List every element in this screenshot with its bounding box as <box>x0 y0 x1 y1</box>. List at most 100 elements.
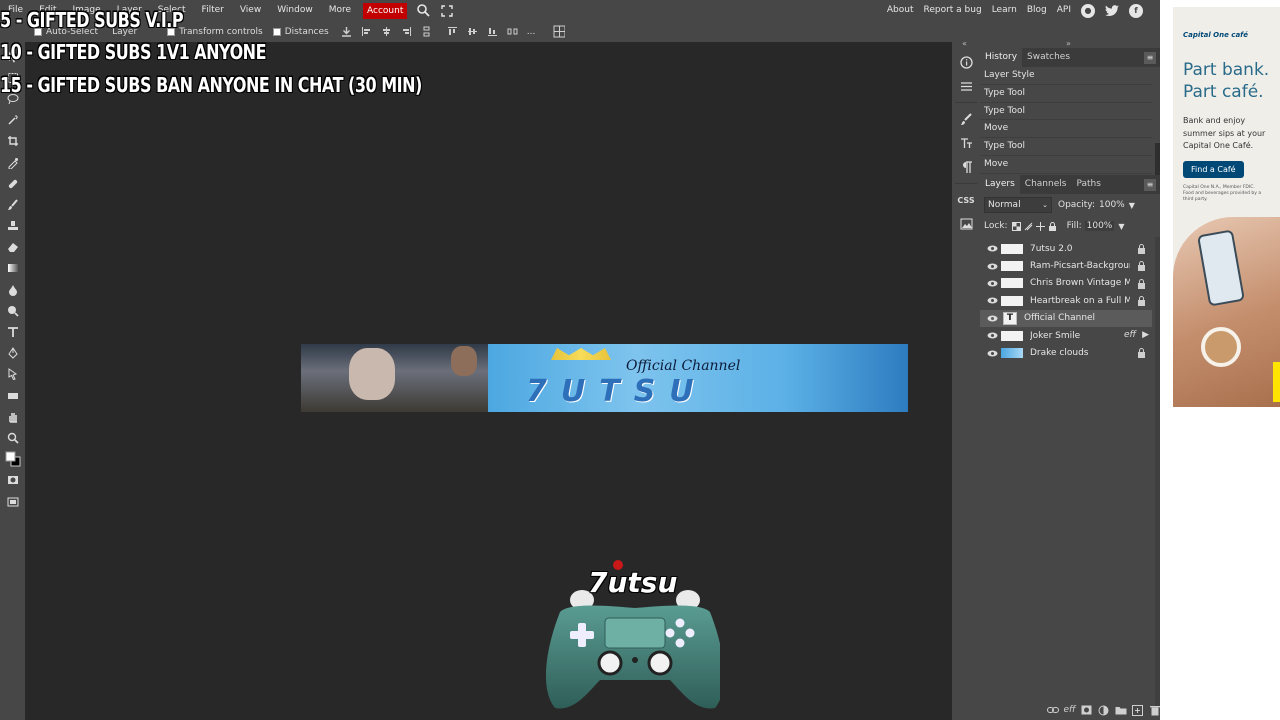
new-group-icon[interactable] <box>1114 704 1128 716</box>
about-link[interactable]: About <box>882 0 919 21</box>
blend-mode-select[interactable]: Normal ⌄ <box>984 197 1052 213</box>
brush-settings-icon[interactable] <box>957 110 975 128</box>
menu-view[interactable]: View <box>232 0 269 21</box>
history-menu-icon[interactable]: ≡ <box>1144 51 1156 64</box>
lock-position-icon[interactable] <box>1036 221 1046 231</box>
paragraph-icon[interactable] <box>957 158 975 176</box>
eye-icon[interactable] <box>985 260 999 272</box>
eraser-tool-icon[interactable] <box>4 238 22 256</box>
adjustments-icon[interactable] <box>957 77 975 95</box>
new-layer-icon[interactable] <box>1131 704 1145 716</box>
tab-paths[interactable]: Paths <box>1071 175 1105 194</box>
menu-more[interactable]: More <box>321 0 359 21</box>
clone-stamp-icon[interactable] <box>4 217 22 235</box>
twitter-icon[interactable] <box>1105 4 1119 17</box>
layer-row[interactable]: Heartbreak on a Full Moo <box>980 292 1152 309</box>
opacity-input[interactable]: 100% <box>1099 200 1125 210</box>
layer-row[interactable]: Drake clouds <box>980 344 1152 361</box>
history-item[interactable]: Type Tool <box>980 103 1152 121</box>
align-middle-icon[interactable] <box>467 26 479 38</box>
menu-filter[interactable]: Filter <box>194 0 232 21</box>
css-icon[interactable]: CSS <box>957 191 975 209</box>
tab-swatches[interactable]: Swatches <box>1022 48 1075 67</box>
distances-checkbox[interactable]: Distances <box>272 27 329 37</box>
account-button[interactable]: Account <box>363 2 408 19</box>
report-bug-link[interactable]: Report a bug <box>918 0 986 21</box>
magic-wand-icon[interactable] <box>4 111 22 129</box>
eye-icon[interactable] <box>985 347 999 359</box>
facebook-icon[interactable]: f <box>1129 3 1143 18</box>
character-icon[interactable] <box>957 134 975 152</box>
eye-icon[interactable] <box>985 330 999 342</box>
banner-image[interactable]: 7UTSU Official Channel <box>301 344 908 412</box>
layer-row-selected[interactable]: T Official Channel <box>980 309 1152 327</box>
advertisement[interactable]: Capital One café Part bank. Part café. B… <box>1173 7 1280 407</box>
history-item[interactable]: Move <box>980 156 1152 174</box>
layer-row[interactable]: Joker Smile eff ▶ <box>980 327 1152 344</box>
reddit-icon[interactable]: ● <box>1081 3 1095 18</box>
pen-tool-icon[interactable] <box>4 344 22 362</box>
fill-input[interactable]: 100% <box>1084 221 1115 231</box>
ad-cta-button[interactable]: Find a Café <box>1183 161 1244 178</box>
type-tool-icon[interactable] <box>4 323 22 341</box>
eyedropper-icon[interactable] <box>4 154 22 172</box>
color-swatches-icon[interactable] <box>4 450 22 468</box>
align-top-icon[interactable] <box>447 26 459 38</box>
canvas-area[interactable]: 7UTSU Official Channel 7utsu <box>25 42 952 720</box>
gradient-tool-icon[interactable] <box>4 259 22 277</box>
link-layers-icon[interactable] <box>1046 704 1060 716</box>
learn-link[interactable]: Learn <box>987 0 1022 21</box>
layers-menu-icon[interactable]: ≡ <box>1144 178 1156 191</box>
expand-effects-icon[interactable]: ▶ <box>1142 330 1149 340</box>
expand-panels-icon[interactable]: » <box>1066 39 1071 48</box>
menu-window[interactable]: Window <box>269 0 321 21</box>
layer-row[interactable]: Ram-Picsart-Background <box>980 257 1152 274</box>
eye-icon[interactable] <box>985 277 999 289</box>
screen-mode-icon[interactable] <box>4 493 22 511</box>
grid-icon[interactable] <box>553 25 566 38</box>
healing-brush-icon[interactable] <box>4 175 22 193</box>
lock-transparency-icon[interactable] <box>1012 221 1022 231</box>
controller-logo[interactable]: 7utsu <box>520 520 725 710</box>
adjustment-layer-icon[interactable] <box>1097 704 1111 716</box>
opacity-dropdown-icon[interactable]: ▼ <box>1129 201 1135 210</box>
eye-icon[interactable] <box>985 312 999 324</box>
download-icon[interactable] <box>341 26 353 38</box>
more-options[interactable]: ... <box>527 27 536 37</box>
brush-tool-icon[interactable] <box>4 196 22 214</box>
layer-effects-label[interactable]: eff <box>1124 330 1136 340</box>
history-item[interactable]: Type Tool <box>980 85 1152 103</box>
distribute-icon[interactable] <box>421 26 433 38</box>
history-item[interactable]: Layer Style <box>980 67 1152 85</box>
align-left-icon[interactable] <box>361 26 373 38</box>
history-item[interactable]: Move <box>980 120 1152 139</box>
collapse-panels-icon[interactable]: « <box>962 39 967 48</box>
align-center-icon[interactable] <box>381 26 393 38</box>
zoom-tool-icon[interactable] <box>4 429 22 447</box>
history-item[interactable]: Type Tool <box>980 138 1152 156</box>
eye-icon[interactable] <box>985 295 999 307</box>
align-bottom-icon[interactable] <box>487 26 499 38</box>
path-select-icon[interactable] <box>4 365 22 383</box>
layer-effects-icon[interactable]: eff <box>1063 704 1077 716</box>
search-icon[interactable] <box>413 1 433 21</box>
blur-tool-icon[interactable] <box>4 281 22 299</box>
crop-tool-icon[interactable] <box>4 132 22 150</box>
fullscreen-icon[interactable] <box>437 1 457 21</box>
eye-icon[interactable] <box>985 243 999 255</box>
layer-row[interactable]: 7utsu 2.0 <box>980 240 1152 257</box>
tab-channels[interactable]: Channels <box>1020 175 1072 194</box>
api-link[interactable]: API <box>1052 0 1076 21</box>
add-mask-icon[interactable] <box>1080 704 1094 716</box>
fill-dropdown-icon[interactable]: ▼ <box>1118 222 1124 231</box>
info-icon[interactable] <box>957 53 975 71</box>
blog-link[interactable]: Blog <box>1022 0 1052 21</box>
tab-history[interactable]: History <box>980 48 1023 67</box>
tab-layers[interactable]: Layers <box>980 175 1020 194</box>
align-right-icon[interactable] <box>401 26 413 38</box>
image-icon[interactable] <box>957 215 975 233</box>
dodge-tool-icon[interactable] <box>4 302 22 320</box>
layer-row[interactable]: Chris Brown Vintage Mid <box>980 275 1152 292</box>
quick-mask-icon[interactable] <box>4 471 22 489</box>
lock-pixels-icon[interactable] <box>1024 222 1033 231</box>
